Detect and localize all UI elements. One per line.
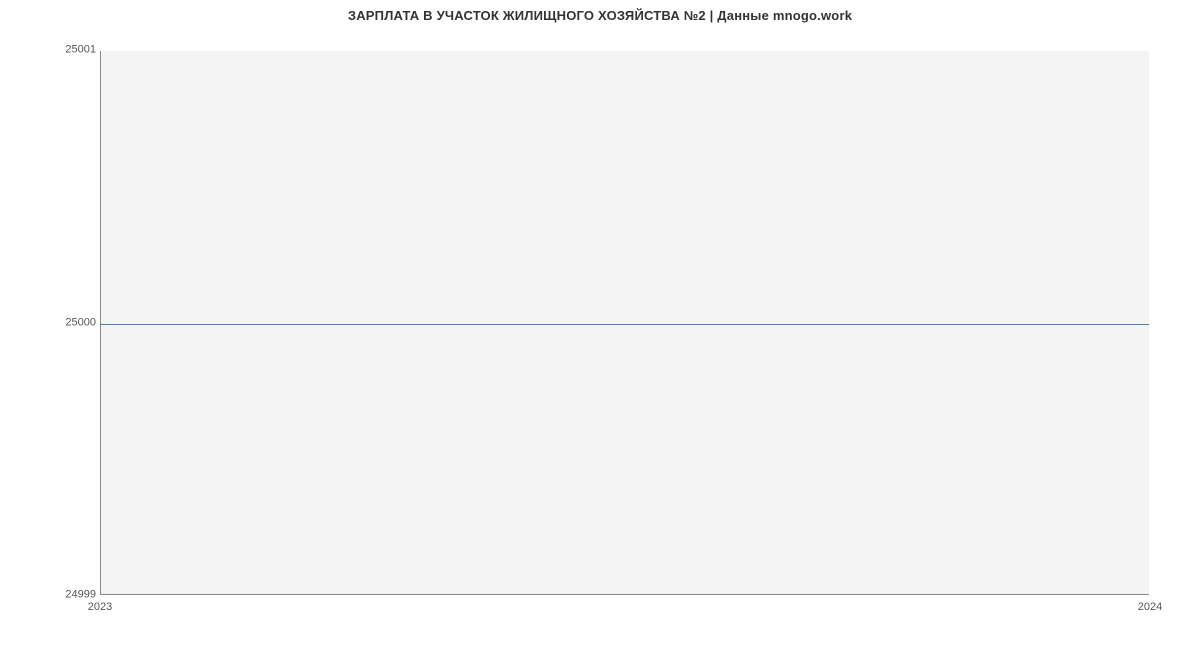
data-line-series-0 <box>100 324 1149 326</box>
y-tick-label: 25000 <box>6 317 96 328</box>
chart-title: ЗАРПЛАТА В УЧАСТОК ЖИЛИЩНОГО ХОЗЯЙСТВА №… <box>0 0 1200 23</box>
x-tick-label: 2024 <box>1138 602 1162 613</box>
x-tick-label: 2023 <box>88 602 112 613</box>
y-tick-label: 24999 <box>6 590 96 601</box>
y-tick-label: 25001 <box>6 45 96 56</box>
chart-plot-area <box>100 50 1150 595</box>
